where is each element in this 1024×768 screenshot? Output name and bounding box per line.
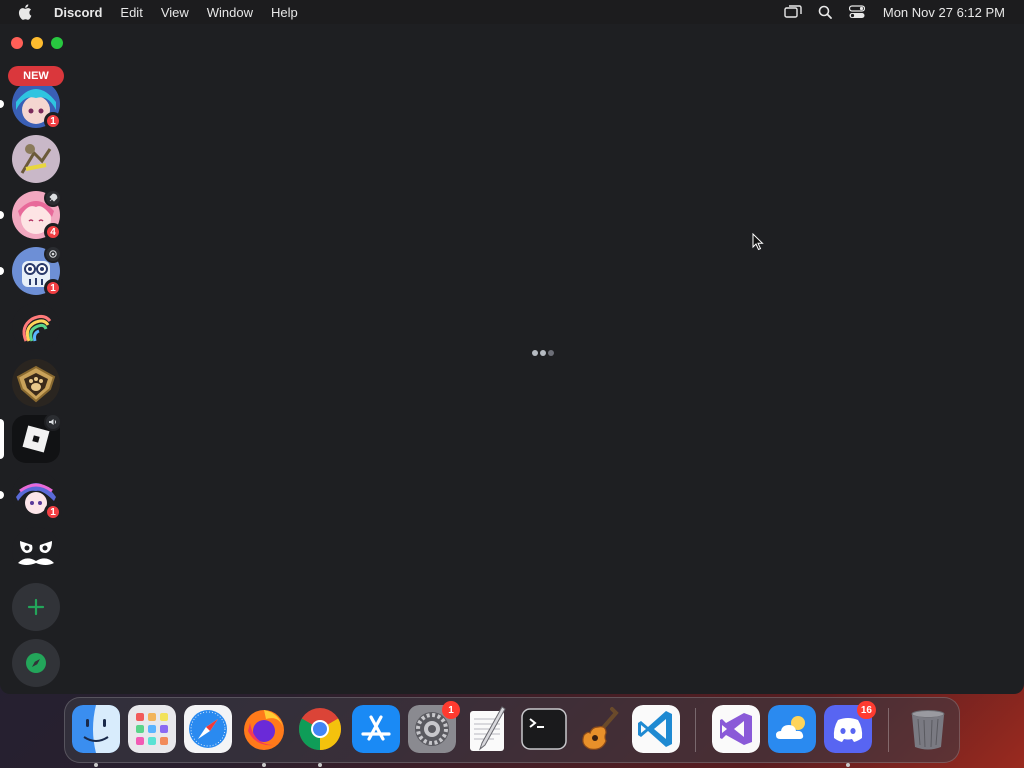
terminal-icon: [521, 708, 567, 750]
server-icon-anime-purple[interactable]: 1: [0, 471, 62, 521]
menu-window[interactable]: Window: [198, 5, 262, 20]
dock-app-textedit[interactable]: [464, 705, 512, 753]
dock-app-safari[interactable]: [184, 705, 232, 753]
launchpad-icon: [128, 705, 176, 753]
mouse-pointer-icon: [752, 232, 764, 256]
running-indicator: [846, 763, 850, 767]
server-icon-anime-blue[interactable]: 1: [0, 80, 62, 130]
running-indicator: [94, 763, 98, 767]
explore-servers-button[interactable]: [12, 639, 60, 687]
loading-dot: [548, 350, 554, 356]
server-icon-sketch[interactable]: [12, 135, 60, 183]
plus-icon: [27, 598, 45, 616]
dock-app-launchpad[interactable]: [128, 705, 176, 753]
dock-app-finder[interactable]: [72, 705, 120, 767]
compass-icon: [26, 653, 46, 673]
firefox-icon: [244, 710, 284, 750]
menu-edit[interactable]: Edit: [111, 5, 151, 20]
dock-app-app-store[interactable]: [352, 705, 400, 753]
server-icon-rainbow[interactable]: [12, 303, 60, 351]
server-icon-paw[interactable]: [12, 359, 60, 407]
dock-app-visual-studio[interactable]: [712, 705, 760, 753]
server-icon-pink[interactable]: 4: [0, 189, 62, 241]
mention-count-badge: 1: [44, 503, 62, 521]
app-store-icon: [352, 705, 400, 753]
broadcast-icon: [44, 245, 62, 263]
guitar-icon: [582, 707, 619, 750]
sketch-avatar-icon: [12, 135, 60, 183]
server-icon-roblox[interactable]: [0, 413, 62, 463]
textedit-icon: [470, 706, 506, 751]
dock-app-terminal[interactable]: [520, 705, 568, 753]
chrome-icon: [298, 708, 342, 750]
mention-count-badge: 1: [44, 279, 62, 297]
dock-app-vscode[interactable]: [632, 705, 680, 753]
menu-bar: Discord Edit View Window Help Mon Nov 27…: [0, 0, 1024, 24]
spotlight-search-icon[interactable]: [816, 4, 834, 20]
safari-icon: [184, 705, 232, 753]
new-unread-pill[interactable]: NEW: [8, 66, 64, 86]
mention-count-badge: 4: [44, 223, 62, 241]
weather-cloud-icon: [768, 705, 816, 753]
notification-badge: 16: [856, 701, 876, 719]
dock-app-chrome[interactable]: [296, 705, 344, 767]
speaker-icon: [44, 413, 62, 431]
dock-app-trash[interactable]: [904, 705, 952, 753]
loading-dot: [532, 350, 538, 356]
trash-icon: [911, 710, 945, 750]
menu-view[interactable]: View: [152, 5, 198, 20]
mustache-face-logo-icon: [12, 527, 60, 575]
visual-studio-icon: [712, 705, 760, 753]
apple-menu-icon[interactable]: [18, 4, 34, 20]
dock-separator: [695, 708, 696, 752]
running-indicator: [262, 763, 266, 767]
dock-separator: [888, 708, 889, 752]
mention-count-badge: 1: [44, 112, 62, 130]
rocket-boost-icon: [44, 189, 62, 207]
dock-app-firefox[interactable]: [240, 705, 288, 767]
unread-indicator: [0, 100, 4, 108]
dock: 1 16: [64, 697, 960, 767]
finder-icon: [72, 705, 120, 753]
unread-indicator: [0, 211, 4, 219]
vscode-icon: [632, 705, 680, 753]
discord-window: NEW 1 4 1 1: [0, 24, 1024, 694]
notification-badge: 1: [442, 701, 460, 719]
unread-indicator: [0, 267, 4, 275]
dock-app-discord[interactable]: 16: [824, 701, 876, 767]
dock-app-weather[interactable]: [768, 705, 816, 753]
add-server-button[interactable]: [12, 583, 60, 631]
control-center-icon[interactable]: [848, 4, 866, 20]
server-list: NEW 1 4 1 1: [0, 24, 72, 694]
loading-spinner: [532, 350, 554, 356]
server-icon-cartoon[interactable]: 1: [0, 245, 62, 297]
unread-indicator: [0, 491, 4, 499]
paw-shield-logo-icon: [12, 359, 60, 407]
server-icon-mustache[interactable]: [12, 527, 60, 575]
loading-dot: [540, 350, 546, 356]
running-indicator: [318, 763, 322, 767]
active-server-indicator: [0, 419, 4, 459]
rainbow-swirl-logo-icon: [12, 303, 60, 351]
menu-clock[interactable]: Mon Nov 27 6:12 PM: [883, 5, 1005, 20]
screen-mirroring-icon[interactable]: [784, 4, 802, 20]
dock-app-system-settings[interactable]: 1: [408, 701, 460, 753]
dock-app-garageband[interactable]: [576, 705, 624, 753]
menu-app-name[interactable]: Discord: [50, 5, 111, 20]
menu-help[interactable]: Help: [262, 5, 307, 20]
